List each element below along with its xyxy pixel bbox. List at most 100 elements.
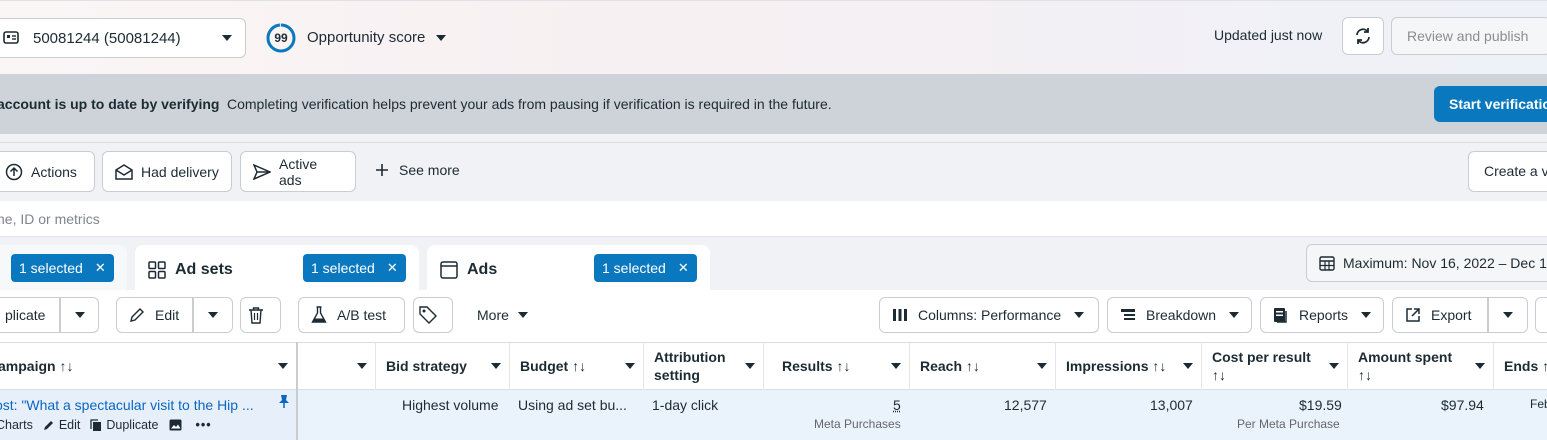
reach-cell: 12,577 — [1004, 397, 1047, 413]
filter-chip-had-delivery[interactable]: Had delivery — [102, 151, 232, 192]
search-bar[interactable] — [0, 201, 1547, 237]
export-icon — [1405, 307, 1431, 323]
filter-chip-actions[interactable]: Actions — [0, 151, 95, 192]
edit-button[interactable]: Edit — [116, 297, 193, 333]
date-range-picker[interactable]: Maximum: Nov 16, 2022 – Dec 16 — [1306, 244, 1547, 282]
column-header-bid-strategy[interactable]: Bid strategy — [376, 342, 510, 390]
duplicate-icon — [90, 419, 106, 432]
ad-frame-icon — [440, 261, 467, 279]
filter-bar — [0, 142, 1547, 201]
campaigns-selected-badge[interactable]: 1 selected ✕ — [11, 254, 114, 282]
grid-icon — [148, 261, 175, 279]
upload-circle-icon — [5, 163, 31, 181]
chevron-down-icon[interactable] — [1329, 363, 1339, 370]
refresh-icon — [1354, 27, 1372, 45]
review-publish-button[interactable]: Review and publish — [1391, 17, 1547, 55]
chevron-down-icon[interactable] — [625, 363, 635, 370]
column-label: Attribution — [654, 349, 726, 365]
export-menu-button[interactable] — [1488, 297, 1528, 333]
overflow-button[interactable] — [1535, 297, 1547, 333]
column-header-attribution[interactable]: Attribution setting — [644, 342, 764, 390]
send-icon — [253, 164, 279, 180]
verification-heading: account is up to date by verifying — [0, 96, 219, 112]
row-actions: Charts Edit Duplicate ••• — [0, 418, 222, 432]
chevron-down-icon — [509, 311, 529, 319]
start-verification-button[interactable]: Start verificatio — [1434, 86, 1547, 122]
chevron-down-icon[interactable] — [278, 363, 288, 370]
tag-button[interactable] — [413, 297, 453, 333]
duplicate-label: plicate — [5, 307, 45, 323]
close-icon[interactable]: ✕ — [678, 260, 689, 276]
chevron-down-icon[interactable] — [1475, 363, 1485, 370]
selected-count: 1 selected — [19, 260, 83, 276]
attribution-cell: 1-day click — [652, 397, 718, 413]
more-options-icon[interactable]: ••• — [196, 418, 212, 432]
column-header-hidden[interactable] — [298, 342, 376, 390]
edit-action[interactable]: Edit — [43, 418, 81, 432]
duplicate-action[interactable]: Duplicate — [90, 418, 158, 432]
column-header-budget[interactable]: Budget ↑↓ — [510, 342, 644, 390]
opportunity-score-label: Opportunity score — [307, 29, 425, 46]
reports-button[interactable]: Reports — [1260, 297, 1384, 333]
chip-label: Active ads — [279, 156, 343, 188]
chevron-down-icon — [1502, 311, 1514, 319]
column-header-results[interactable]: Results ↑↓ — [764, 342, 910, 390]
ab-test-label: A/B test — [337, 307, 386, 323]
sort-icon: ↑↓ — [1212, 367, 1226, 383]
breakdown-icon — [1120, 308, 1146, 322]
chevron-down-icon[interactable] — [357, 363, 367, 370]
budget-cell: Using ad set bu... — [518, 397, 627, 413]
reports-icon — [1273, 307, 1299, 323]
close-icon[interactable]: ✕ — [95, 260, 106, 276]
plus-icon — [375, 163, 399, 177]
column-header-ends[interactable]: Ends ↑↓ — [1494, 342, 1547, 390]
ads-tab-title: Ads — [440, 261, 497, 279]
campaign-name-link[interactable]: ost: "What a spectacular visit to the Hi… — [0, 397, 254, 413]
close-icon[interactable]: ✕ — [387, 260, 398, 276]
chevron-down-icon[interactable] — [1037, 363, 1047, 370]
column-header-impressions[interactable]: Impressions ↑↓ — [1056, 342, 1202, 390]
pencil-icon — [129, 307, 155, 323]
results-cell[interactable]: 5 — [893, 397, 901, 413]
chevron-down-icon[interactable] — [1183, 363, 1193, 370]
columns-icon — [892, 308, 918, 322]
duplicate-button[interactable]: plicate — [0, 297, 60, 333]
more-button[interactable]: More — [477, 307, 529, 323]
breakdown-label: Breakdown — [1146, 307, 1216, 323]
column-label: Ends ↑↓ — [1504, 357, 1547, 375]
ends-cell: Feb — [1530, 397, 1547, 411]
chevron-down-icon[interactable] — [491, 363, 501, 370]
column-header-cost-per-result[interactable]: Cost per result ↑↓ — [1202, 342, 1348, 390]
duplicate-menu-button[interactable] — [60, 297, 99, 333]
charts-action[interactable]: Charts — [0, 418, 33, 432]
column-header-campaign[interactable]: ampaign ↑↓ — [0, 342, 298, 390]
account-selector[interactable]: 50081244 (50081244) — [0, 18, 246, 58]
filter-chip-active-ads[interactable]: Active ads — [240, 151, 356, 192]
breakdown-button[interactable]: Breakdown — [1107, 297, 1252, 333]
edit-menu-button[interactable] — [193, 297, 233, 333]
chevron-down-icon — [435, 34, 447, 42]
action-label: Charts — [0, 418, 33, 432]
column-label: Results ↑↓ — [782, 357, 850, 375]
columns-button[interactable]: Columns: Performance — [879, 297, 1099, 333]
refresh-button[interactable] — [1342, 17, 1384, 55]
ads-selected-badge[interactable]: 1 selected ✕ — [594, 254, 697, 282]
action-label: Duplicate — [106, 418, 158, 432]
preview-action[interactable] — [169, 419, 186, 431]
column-header-reach[interactable]: Reach ↑↓ — [910, 342, 1056, 390]
tab-label: Ad sets — [175, 261, 233, 279]
see-more-button[interactable]: See more — [375, 162, 460, 178]
ad-sets-selected-badge[interactable]: 1 selected ✕ — [303, 254, 406, 282]
chevron-down-icon — [1228, 311, 1250, 319]
ab-test-button[interactable]: A/B test — [298, 297, 405, 333]
chevron-down-icon[interactable] — [745, 363, 755, 370]
column-header-amount-spent[interactable]: Amount spent ↑↓ — [1348, 342, 1494, 390]
pin-icon[interactable] — [278, 394, 290, 408]
chevron-down-icon[interactable] — [891, 363, 901, 370]
create-view-button[interactable]: Create a v — [1468, 151, 1547, 192]
sort-icon: ↑↓ — [1358, 367, 1372, 383]
delete-button[interactable] — [240, 297, 281, 333]
export-button[interactable]: Export — [1392, 297, 1488, 333]
action-label: Edit — [59, 418, 81, 432]
opportunity-score-dropdown[interactable]: Opportunity score — [307, 29, 447, 46]
